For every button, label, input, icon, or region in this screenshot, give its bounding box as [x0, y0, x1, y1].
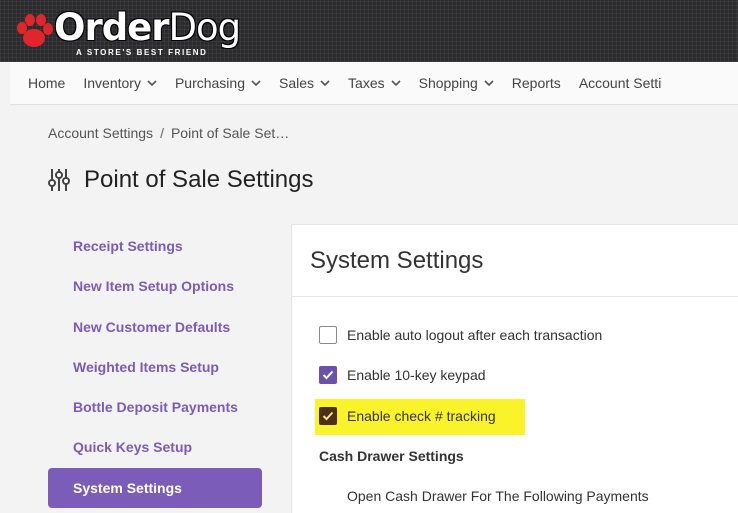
- sidebar-item-new-item-setup-options[interactable]: New Item Setup Options: [48, 266, 262, 306]
- setting-check-tracking: Enable check # tracking: [319, 405, 496, 427]
- sidebar-item-new-customer-defaults[interactable]: New Customer Defaults: [48, 307, 262, 347]
- chevron-down-icon: [147, 79, 157, 86]
- nav-item-label: Sales: [279, 75, 315, 91]
- chevron-down-icon: [251, 79, 261, 86]
- sidebar-item-bottle-deposit-payments[interactable]: Bottle Deposit Payments: [48, 387, 262, 427]
- logo-tagline: A STORE'S BEST FRIEND: [76, 48, 208, 57]
- check-tracking-label: Enable check # tracking: [347, 408, 496, 424]
- nav-item-inventory[interactable]: Inventory: [74, 75, 166, 91]
- setting-10-key-keypad: Enable 10-key keypad: [319, 364, 486, 386]
- auto-logout-label: Enable auto logout after each transactio…: [347, 327, 603, 343]
- 10-key-keypad-label: Enable 10-key keypad: [347, 367, 486, 383]
- sliders-icon: [48, 169, 70, 191]
- nav-item-label: Account Setti: [578, 75, 662, 91]
- page-title: Point of Sale Settings: [48, 166, 313, 194]
- main-nav: Home Inventory Purchasing Sales Taxes Sh…: [10, 62, 738, 105]
- chevron-down-icon: [320, 79, 330, 86]
- auto-logout-checkbox[interactable]: [319, 326, 337, 344]
- chevron-down-icon: [391, 79, 401, 86]
- cash-drawer-heading: Cash Drawer Settings: [319, 448, 464, 464]
- nav-item-purchasing[interactable]: Purchasing: [166, 75, 270, 91]
- sidebar-item-weighted-items-setup[interactable]: Weighted Items Setup: [48, 347, 262, 387]
- sidebar-item-quick-keys-setup[interactable]: Quick Keys Setup: [48, 427, 262, 467]
- nav-item-account-settings[interactable]: Account Setti: [570, 75, 671, 91]
- nav-item-label: Purchasing: [174, 75, 245, 91]
- nav-item-label: Home: [28, 75, 66, 91]
- nav-item-reports[interactable]: Reports: [503, 75, 570, 91]
- breadcrumb-current: Point of Sale Set…: [170, 125, 290, 141]
- sidebar-item-receipt-settings[interactable]: Receipt Settings: [48, 226, 262, 266]
- breadcrumb-account-settings[interactable]: Account Settings: [48, 125, 153, 141]
- card-title: System Settings: [292, 225, 738, 297]
- cash-drawer-subheading: Open Cash Drawer For The Following Payme…: [347, 488, 649, 504]
- system-settings-card: System Settings Enable auto logout after…: [291, 224, 738, 513]
- breadcrumb-separator: /: [160, 125, 164, 141]
- nav-item-shopping[interactable]: Shopping: [410, 75, 503, 91]
- 10-key-keypad-checkbox[interactable]: [319, 366, 337, 384]
- sidebar-item-system-settings[interactable]: System Settings: [48, 467, 262, 509]
- nav-item-label: Inventory: [83, 75, 141, 91]
- nav-item-home[interactable]: Home: [10, 75, 74, 91]
- nav-item-sales[interactable]: Sales: [270, 75, 339, 91]
- checkmark-icon: [322, 370, 334, 380]
- nav-item-taxes[interactable]: Taxes: [339, 75, 410, 91]
- nav-item-label: Taxes: [348, 75, 385, 91]
- logo-text-order: Order: [54, 6, 170, 49]
- nav-item-label: Reports: [511, 75, 561, 91]
- logo-text-dog: Dog: [168, 6, 242, 49]
- checkmark-icon: [322, 411, 334, 421]
- settings-sidebar: Receipt Settings New Item Setup Options …: [48, 226, 262, 509]
- page-title-text: Point of Sale Settings: [84, 166, 314, 193]
- check-tracking-checkbox[interactable]: [319, 407, 337, 425]
- setting-auto-logout: Enable auto logout after each transactio…: [319, 324, 602, 346]
- top-header: OrderDog A STORE'S BEST FRIEND: [0, 0, 738, 62]
- paw-icon: [17, 14, 53, 47]
- chevron-down-icon: [484, 79, 494, 86]
- nav-item-label: Shopping: [418, 75, 478, 91]
- logo-wordmark: OrderDog: [54, 6, 242, 49]
- breadcrumb: Account Settings / Point of Sale Set…: [48, 125, 289, 141]
